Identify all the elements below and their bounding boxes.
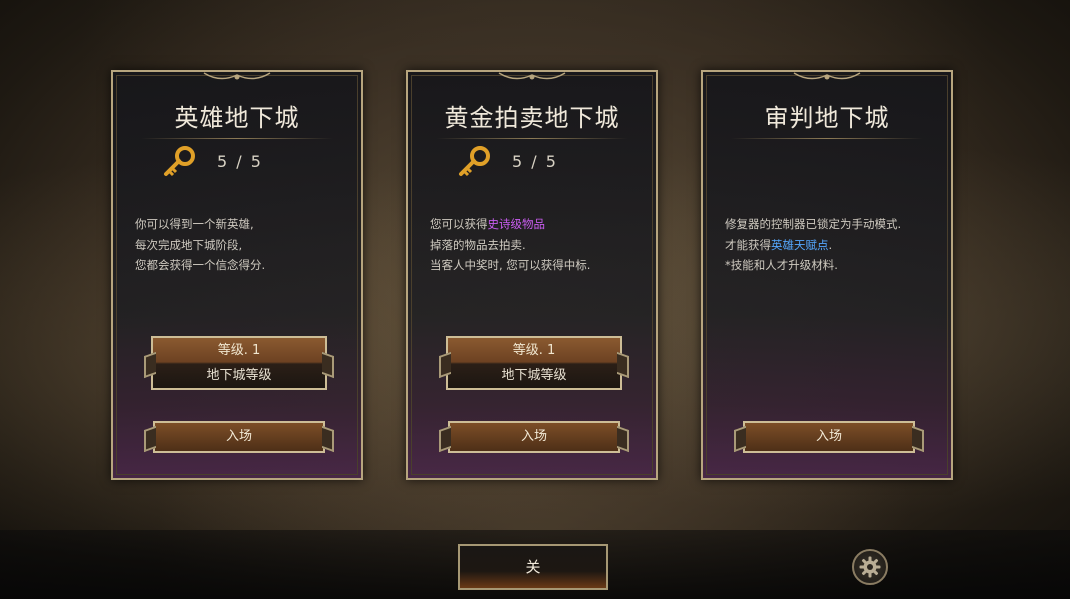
key-counter: 5 / 5: [456, 144, 558, 178]
frame-wing-left: [439, 351, 451, 379]
desc-line: 当客人中奖时, 您可以获得中标.: [430, 258, 591, 272]
level-label: 等级. 1: [217, 343, 261, 358]
desc-line: 您都会获得一个信念得分.: [135, 258, 266, 272]
settings-button[interactable]: [852, 549, 888, 585]
desc-line: 修复器的控制器已锁定为手动模式.: [725, 217, 902, 231]
enter-button[interactable]: 入场: [734, 421, 924, 453]
judgment-dungeon-card: 审判地下城 修复器的控制器已锁定为手动模式. 才能获得英雄天赋点. *技能和人才…: [701, 70, 953, 480]
frame-wing-left: [144, 351, 156, 379]
key-icon: [164, 146, 195, 177]
card-title: 黄金拍卖地下城: [444, 104, 620, 132]
frame-wing-left: [144, 425, 156, 453]
dungeon-level-selector[interactable]: 等级. 1 地下城等级: [144, 336, 334, 390]
card-top-ornament: [203, 72, 271, 80]
title-divider: [436, 138, 628, 139]
card-description: 你可以得到一个新英雄, 每次完成地下城阶段, 您都会获得一个信念得分.: [135, 214, 345, 276]
key-count: 5 / 5: [512, 151, 558, 171]
frame-wing-left: [734, 425, 746, 453]
hero-talent-highlight: 英雄天赋点: [771, 237, 829, 252]
desc-line: 您可以获得史诗级物品: [430, 217, 546, 231]
frame-wing-right: [322, 351, 334, 379]
enter-label: 入场: [815, 429, 842, 444]
card-top-ornament: [498, 72, 566, 80]
enter-label: 入场: [225, 429, 252, 444]
desc-line: 掉落的物品去拍卖.: [430, 237, 526, 252]
frame-wing-right: [617, 425, 629, 453]
enter-button[interactable]: 入场: [144, 421, 334, 453]
gear-icon: [859, 556, 881, 578]
frame-wing-left: [439, 425, 451, 453]
card-description: 修复器的控制器已锁定为手动模式. 才能获得英雄天赋点. *技能和人才升级材料.: [725, 214, 935, 276]
frame-wing-right: [617, 351, 629, 379]
level-name: 地下城等级: [206, 368, 272, 383]
epic-item-highlight: 史诗级物品: [487, 217, 546, 231]
enter-label: 入场: [520, 429, 547, 444]
enter-button[interactable]: 入场: [439, 421, 629, 453]
frame-wing-right: [912, 425, 924, 453]
title-divider: [731, 138, 923, 139]
desc-line: 你可以得到一个新英雄,: [135, 217, 254, 231]
level-name: 地下城等级: [501, 368, 567, 383]
level-label: 等级. 1: [512, 343, 556, 358]
desc-line: 每次完成地下城阶段,: [135, 237, 243, 252]
card-title: 英雄地下城: [174, 104, 300, 132]
gold-auction-dungeon-card: 黄金拍卖地下城 5 / 5 您可以获得史诗级物品 掉落的物品去拍卖. 当客人中奖…: [406, 70, 658, 480]
close-button[interactable]: 关: [458, 544, 608, 590]
key-count: 5 / 5: [217, 151, 263, 171]
card-description: 您可以获得史诗级物品 掉落的物品去拍卖. 当客人中奖时, 您可以获得中标.: [430, 214, 640, 276]
hero-dungeon-card: 英雄地下城 5 / 5 你可以得到一个新英雄, 每次完成地下城阶段, 您都会获得…: [111, 70, 363, 480]
desc-line: *技能和人才升级材料.: [725, 258, 838, 272]
frame-wing-right: [322, 425, 334, 453]
card-top-ornament: [793, 72, 861, 80]
close-label: 关: [525, 558, 541, 576]
card-title: 审判地下城: [764, 104, 890, 132]
dungeon-level-selector[interactable]: 等级. 1 地下城等级: [439, 336, 629, 390]
key-icon: [459, 146, 490, 177]
key-counter: 5 / 5: [161, 144, 263, 178]
desc-line: 才能获得英雄天赋点.: [725, 237, 833, 252]
title-divider: [141, 138, 333, 139]
